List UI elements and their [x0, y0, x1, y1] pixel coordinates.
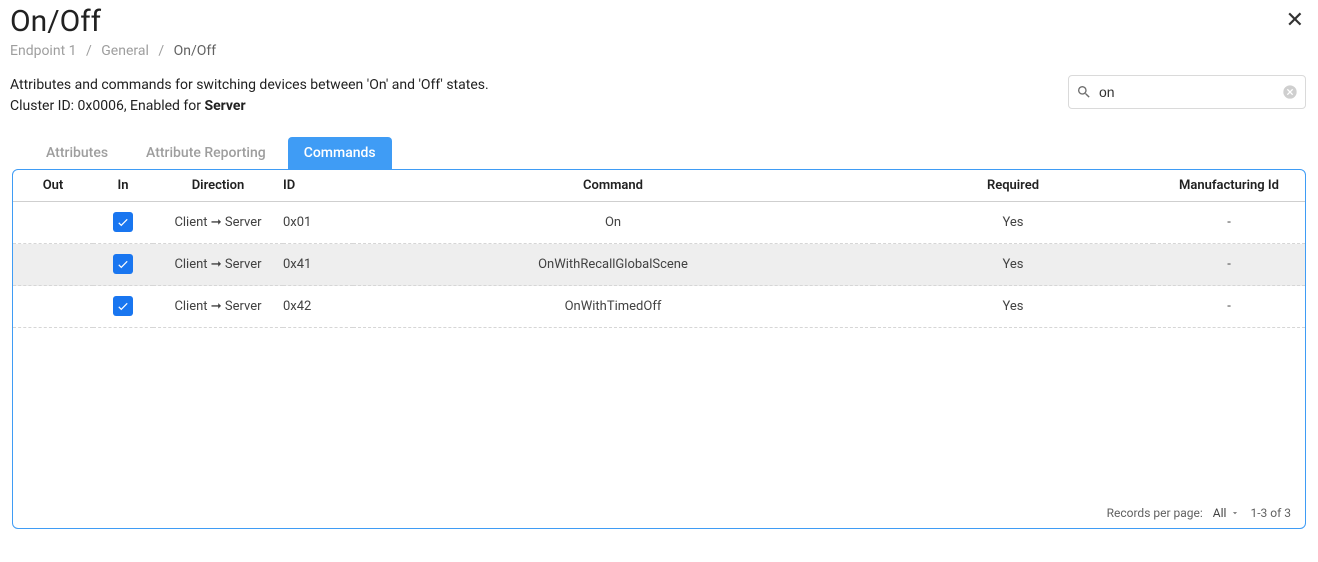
- breadcrumb-current: On/Off: [174, 43, 217, 59]
- check-icon: [116, 215, 130, 229]
- checkbox-in[interactable]: [113, 254, 133, 274]
- check-icon: [116, 299, 130, 313]
- records-per-page-select[interactable]: All: [1213, 506, 1241, 520]
- column-header-direction[interactable]: Direction: [153, 170, 283, 202]
- breadcrumb-part-endpoint[interactable]: Endpoint 1: [10, 43, 77, 59]
- cell-mfg: -: [1153, 244, 1305, 286]
- cell-id: 0x42: [283, 286, 353, 328]
- tab-commands[interactable]: Commands: [288, 137, 392, 169]
- cell-in[interactable]: [93, 202, 153, 244]
- cell-in[interactable]: [93, 244, 153, 286]
- description-line2-prefix: Cluster ID: 0x0006, Enabled for: [10, 98, 204, 114]
- cell-id: 0x01: [283, 202, 353, 244]
- cell-out[interactable]: [13, 286, 93, 328]
- description-line2-bold: Server: [204, 98, 245, 114]
- description-line2: Cluster ID: 0x0006, Enabled for Server: [10, 96, 489, 117]
- table-row: Client ➞ Server 0x41 OnWithRecallGlobalS…: [13, 244, 1305, 286]
- breadcrumb-sep: /: [158, 43, 164, 59]
- caret-down-icon: [1230, 508, 1240, 518]
- tab-attribute-reporting[interactable]: Attribute Reporting: [130, 137, 282, 169]
- column-header-out[interactable]: Out: [13, 170, 93, 202]
- cell-command: OnWithTimedOff: [353, 286, 873, 328]
- page-title: On/Off: [10, 4, 1318, 39]
- cell-in[interactable]: [93, 286, 153, 328]
- checkbox-in[interactable]: [113, 212, 133, 232]
- cell-id: 0x41: [283, 244, 353, 286]
- cell-mfg: -: [1153, 286, 1305, 328]
- search-field[interactable]: [1068, 75, 1306, 109]
- cell-out[interactable]: [13, 202, 93, 244]
- cell-required: Yes: [873, 244, 1153, 286]
- breadcrumb-part-general[interactable]: General: [101, 43, 149, 59]
- cell-command: On: [353, 202, 873, 244]
- cell-mfg: -: [1153, 202, 1305, 244]
- cell-command: OnWithRecallGlobalScene: [353, 244, 873, 286]
- cell-required: Yes: [873, 202, 1153, 244]
- column-header-in[interactable]: In: [93, 170, 153, 202]
- column-header-mfg[interactable]: Manufacturing Id: [1153, 170, 1305, 202]
- description-line1: Attributes and commands for switching de…: [10, 75, 489, 96]
- breadcrumb: Endpoint 1 / General / On/Off: [10, 43, 1318, 59]
- cluster-description: Attributes and commands for switching de…: [10, 75, 489, 117]
- cell-direction: Client ➞ Server: [153, 286, 283, 328]
- search-icon: [1076, 84, 1092, 100]
- table-footer: Records per page: All 1-3 of 3: [13, 498, 1305, 528]
- column-header-id[interactable]: ID: [283, 170, 353, 202]
- tab-attributes[interactable]: Attributes: [30, 137, 124, 169]
- cell-direction: Client ➞ Server: [153, 244, 283, 286]
- search-input[interactable]: [1068, 75, 1306, 109]
- tabs: Attributes Attribute Reporting Commands: [30, 137, 1318, 169]
- table-row: Client ➞ Server 0x01 On Yes -: [13, 202, 1305, 244]
- table-row: Client ➞ Server 0x42 OnWithTimedOff Yes …: [13, 286, 1305, 328]
- cell-direction: Client ➞ Server: [153, 202, 283, 244]
- cell-required: Yes: [873, 286, 1153, 328]
- column-header-required[interactable]: Required: [873, 170, 1153, 202]
- commands-table-card: Out In Direction ID Command Required Man…: [12, 169, 1306, 529]
- records-range: 1-3 of 3: [1250, 506, 1291, 520]
- records-per-page-value: All: [1213, 506, 1227, 520]
- column-header-command[interactable]: Command: [353, 170, 873, 202]
- records-per-page-label: Records per page:: [1107, 506, 1203, 520]
- check-icon: [116, 257, 130, 271]
- commands-table: Out In Direction ID Command Required Man…: [13, 170, 1305, 328]
- breadcrumb-sep: /: [86, 43, 92, 59]
- cell-out[interactable]: [13, 244, 93, 286]
- clear-icon[interactable]: [1282, 84, 1298, 100]
- close-icon[interactable]: ✕: [1286, 10, 1304, 32]
- checkbox-in[interactable]: [113, 296, 133, 316]
